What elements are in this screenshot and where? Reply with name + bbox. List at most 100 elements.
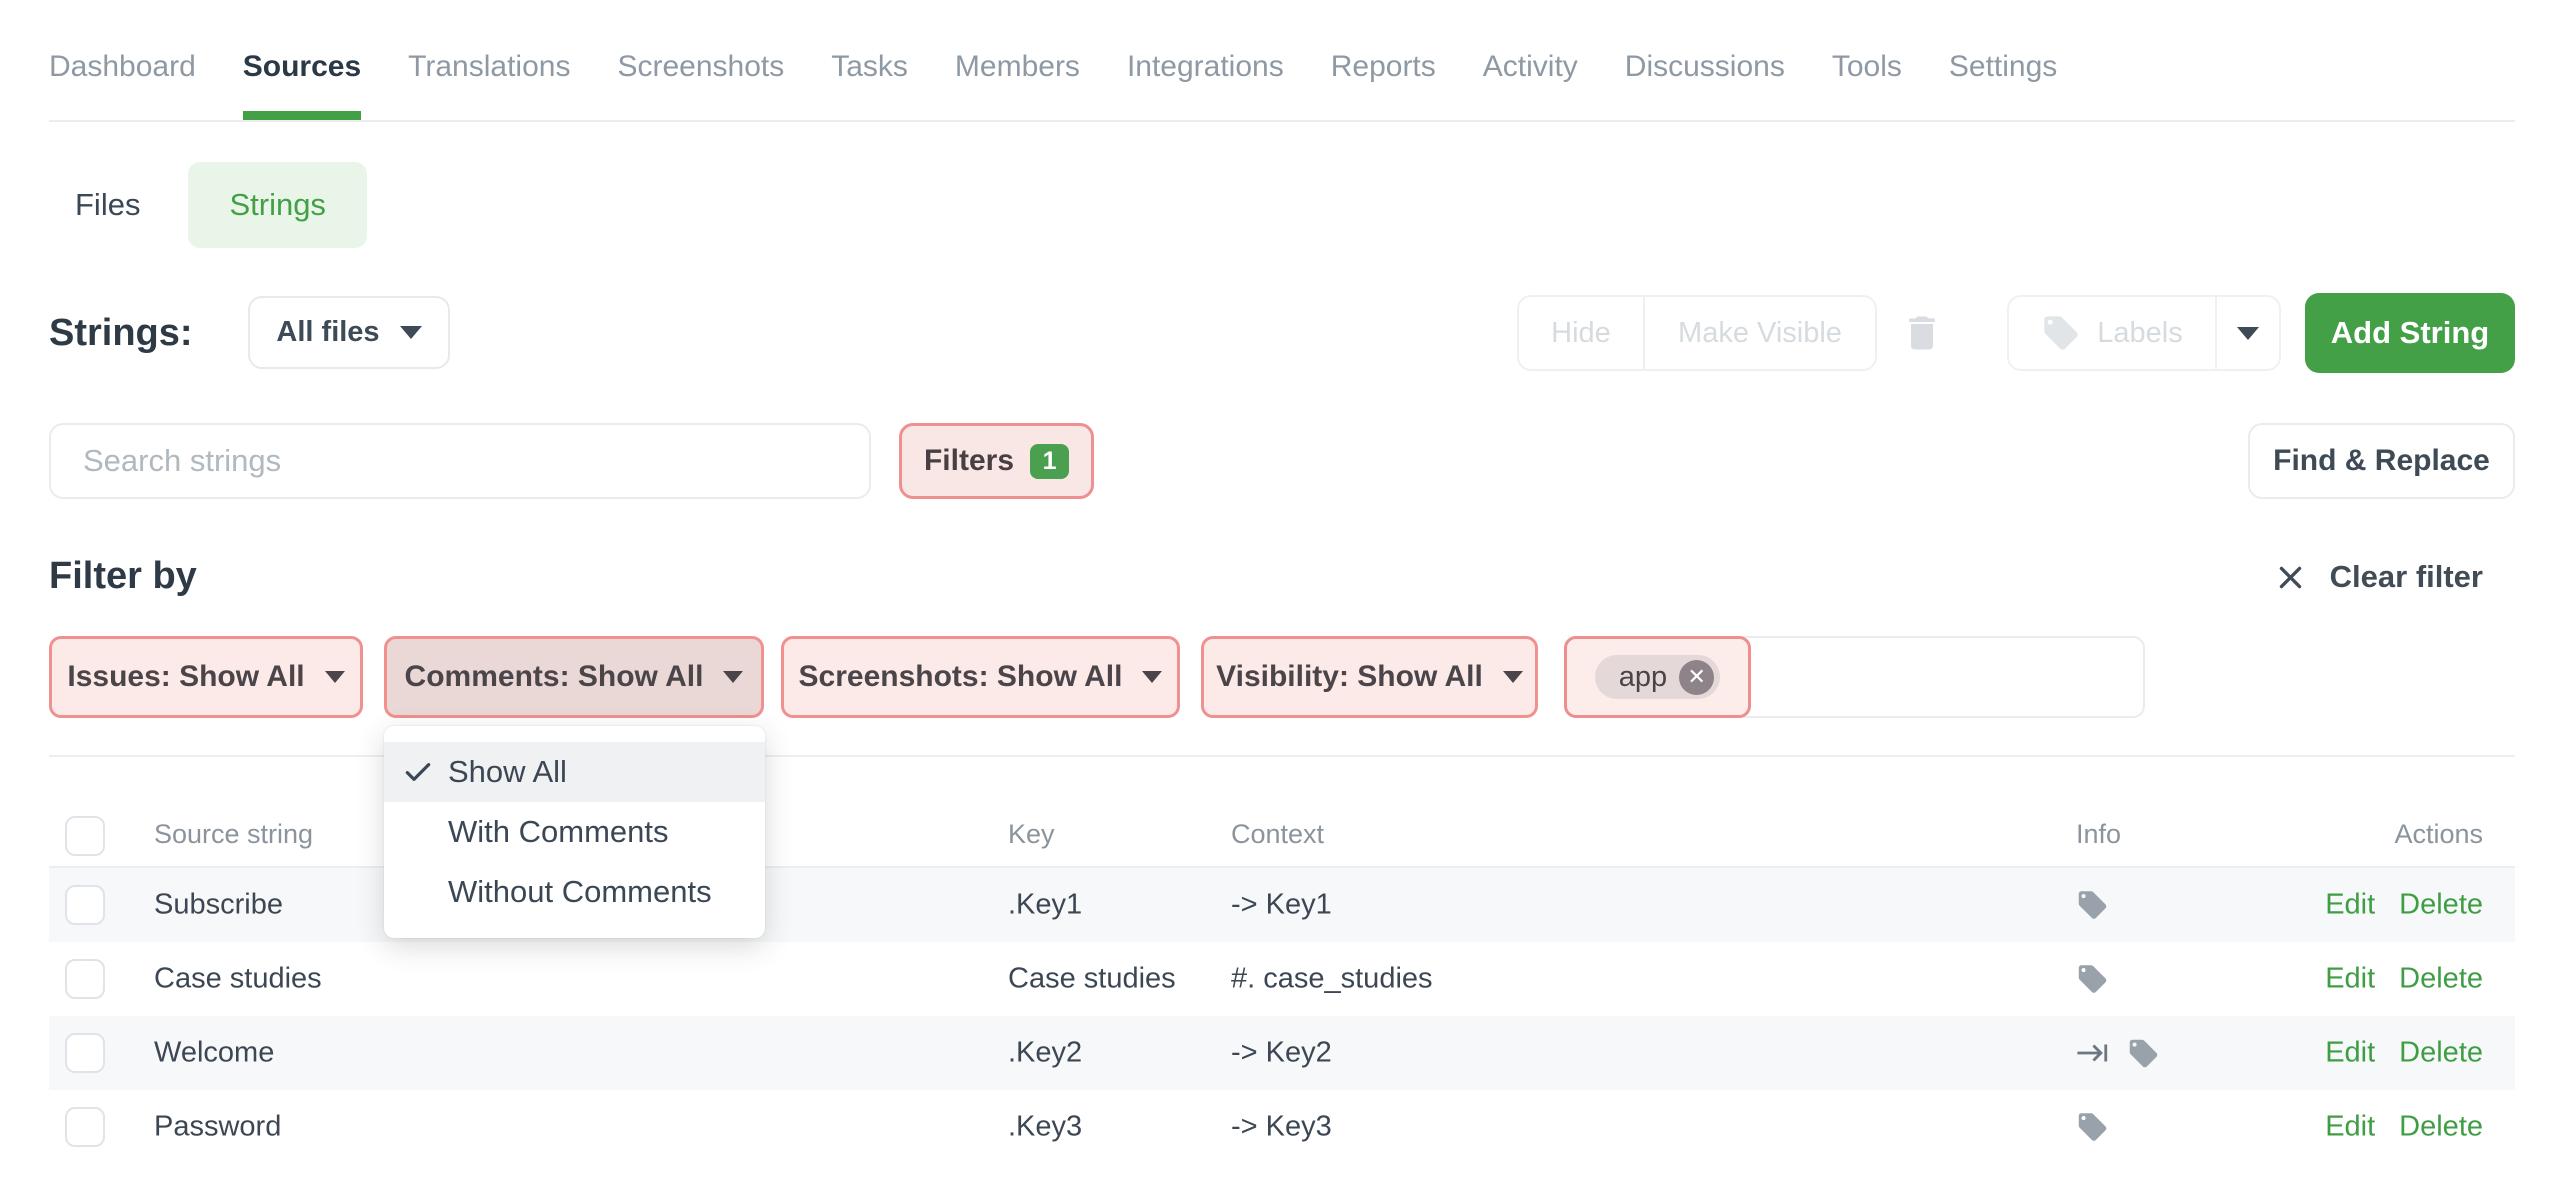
nav-screenshots[interactable]: Screenshots (617, 0, 784, 120)
chevron-down-icon (325, 671, 345, 683)
nav-members[interactable]: Members (955, 0, 1080, 120)
delete-link[interactable]: Delete (2399, 1111, 2483, 1144)
menu-item-without-comments[interactable]: Without Comments (384, 862, 765, 922)
actions-cell: Edit Delete (2325, 1037, 2483, 1070)
chevron-down-icon (2237, 327, 2259, 340)
delete-link[interactable]: Delete (2399, 1037, 2483, 1070)
delete-strings-button[interactable] (1892, 303, 1952, 363)
tag-icon (2076, 889, 2109, 922)
visibility-filter-dropdown[interactable]: Visibility: Show All (1201, 636, 1538, 718)
menu-item-show-all[interactable]: Show All (384, 742, 765, 802)
filters-button-label: Filters (924, 444, 1014, 478)
search-row: Filters 1 Find & Replace (49, 423, 2515, 499)
nav-translations[interactable]: Translations (408, 0, 570, 120)
tab-strings[interactable]: Strings (188, 162, 366, 248)
source-string-cell: Welcome (154, 1037, 274, 1070)
filter-chips-row: Issues: Show All Comments: Show All Scre… (49, 636, 2515, 718)
tab-files[interactable]: Files (49, 187, 166, 223)
comments-filter-menu: Show All With Comments Without Comments (384, 726, 765, 938)
labels-dropdown-toggle[interactable] (2217, 297, 2279, 369)
menu-item-label: Without Comments (448, 874, 712, 910)
nav-sources[interactable]: Sources (243, 0, 361, 120)
menu-item-label: With Comments (448, 814, 668, 850)
row-checkbox[interactable] (65, 1033, 105, 1073)
nav-tasks[interactable]: Tasks (831, 0, 908, 120)
header-context: Context (1231, 819, 1324, 850)
visibility-filter-label: Visibility: Show All (1216, 660, 1483, 694)
keyboard-tab-icon (2076, 1036, 2110, 1070)
remove-label-icon[interactable]: ✕ (1679, 660, 1714, 695)
labels-filter-input[interactable]: app ✕ (1564, 636, 2145, 718)
edit-link[interactable]: Edit (2325, 963, 2375, 996)
strings-page: Dashboard Sources Translations Screensho… (0, 0, 2550, 1187)
file-filter-label: All files (276, 316, 379, 349)
screenshots-filter-dropdown[interactable]: Screenshots: Show All (781, 636, 1180, 718)
edit-link[interactable]: Edit (2325, 889, 2375, 922)
header-key: Key (1008, 819, 1055, 850)
nav-dashboard[interactable]: Dashboard (49, 0, 196, 120)
filters-button[interactable]: Filters 1 (899, 423, 1094, 499)
actions-cell: Edit Delete (2325, 963, 2483, 996)
issues-filter-label: Issues: Show All (67, 660, 304, 694)
source-string-cell: Case studies (154, 963, 322, 996)
label-chip-app[interactable]: app ✕ (1595, 655, 1720, 699)
table-row: Case studies Case studies #. case_studie… (49, 942, 2515, 1016)
sources-subtabs: Files Strings (49, 162, 367, 248)
file-filter-dropdown[interactable]: All files (248, 296, 450, 369)
make-visible-button[interactable]: Make Visible (1645, 297, 1875, 369)
context-cell: -> Key2 (1231, 1037, 1332, 1070)
filters-count-badge: 1 (1030, 444, 1069, 479)
row-checkbox[interactable] (65, 885, 105, 925)
edit-link[interactable]: Edit (2325, 1111, 2375, 1144)
comments-filter-label: Comments: Show All (405, 660, 704, 694)
nav-reports[interactable]: Reports (1331, 0, 1436, 120)
select-all-checkbox[interactable] (65, 816, 105, 856)
labels-filter-active-highlight: app ✕ (1564, 636, 1751, 718)
key-cell: Case studies (1008, 963, 1176, 996)
row-checkbox[interactable] (65, 959, 105, 999)
search-strings-input[interactable] (49, 423, 871, 499)
labels-button-label: Labels (2097, 317, 2182, 350)
trash-icon (1900, 311, 1944, 355)
source-string-cell: Password (154, 1111, 281, 1144)
actions-cell: Edit Delete (2325, 889, 2483, 922)
page-title: Strings: (49, 293, 193, 373)
table-row: Welcome .Key2 -> Key2 Edit Delete (49, 1016, 2515, 1090)
check-placeholder (400, 874, 436, 910)
hide-button[interactable]: Hide (1519, 297, 1645, 369)
source-string-cell: Subscribe (154, 889, 283, 922)
header-source-string: Source string (154, 819, 313, 850)
visibility-button-group: Hide Make Visible (1517, 295, 1877, 371)
label-chip-text: app (1619, 661, 1667, 694)
issues-filter-dropdown[interactable]: Issues: Show All (49, 636, 363, 718)
nav-integrations[interactable]: Integrations (1127, 0, 1284, 120)
actions-cell: Edit Delete (2325, 1111, 2483, 1144)
tag-icon (2041, 313, 2081, 353)
edit-link[interactable]: Edit (2325, 1037, 2375, 1070)
clear-filter-button[interactable]: Clear filter (2275, 559, 2483, 595)
nav-activity[interactable]: Activity (1483, 0, 1578, 120)
strings-toolbar: Strings: All files Hide Make Visible (49, 293, 2515, 373)
key-cell: .Key2 (1008, 1037, 1082, 1070)
chevron-down-icon (1503, 671, 1523, 683)
nav-settings[interactable]: Settings (1949, 0, 2057, 120)
row-checkbox[interactable] (65, 1107, 105, 1147)
screenshots-filter-label: Screenshots: Show All (799, 660, 1123, 694)
chevron-down-icon (400, 326, 422, 339)
nav-discussions[interactable]: Discussions (1625, 0, 1785, 120)
header-actions: Actions (2394, 819, 2483, 850)
labels-button[interactable]: Labels (2009, 297, 2217, 369)
comments-filter-dropdown[interactable]: Comments: Show All (384, 636, 764, 718)
delete-link[interactable]: Delete (2399, 963, 2483, 996)
filter-by-section-header: Filter by Clear filter (49, 555, 2515, 607)
menu-item-with-comments[interactable]: With Comments (384, 802, 765, 862)
nav-tools[interactable]: Tools (1832, 0, 1902, 120)
clear-filter-label: Clear filter (2330, 559, 2483, 595)
find-replace-button[interactable]: Find & Replace (2248, 423, 2515, 499)
check-icon (400, 754, 436, 790)
filter-by-title: Filter by (49, 555, 197, 598)
delete-link[interactable]: Delete (2399, 889, 2483, 922)
add-string-button[interactable]: Add String (2305, 293, 2515, 373)
tag-icon (2076, 1111, 2109, 1144)
context-cell: -> Key3 (1231, 1111, 1332, 1144)
